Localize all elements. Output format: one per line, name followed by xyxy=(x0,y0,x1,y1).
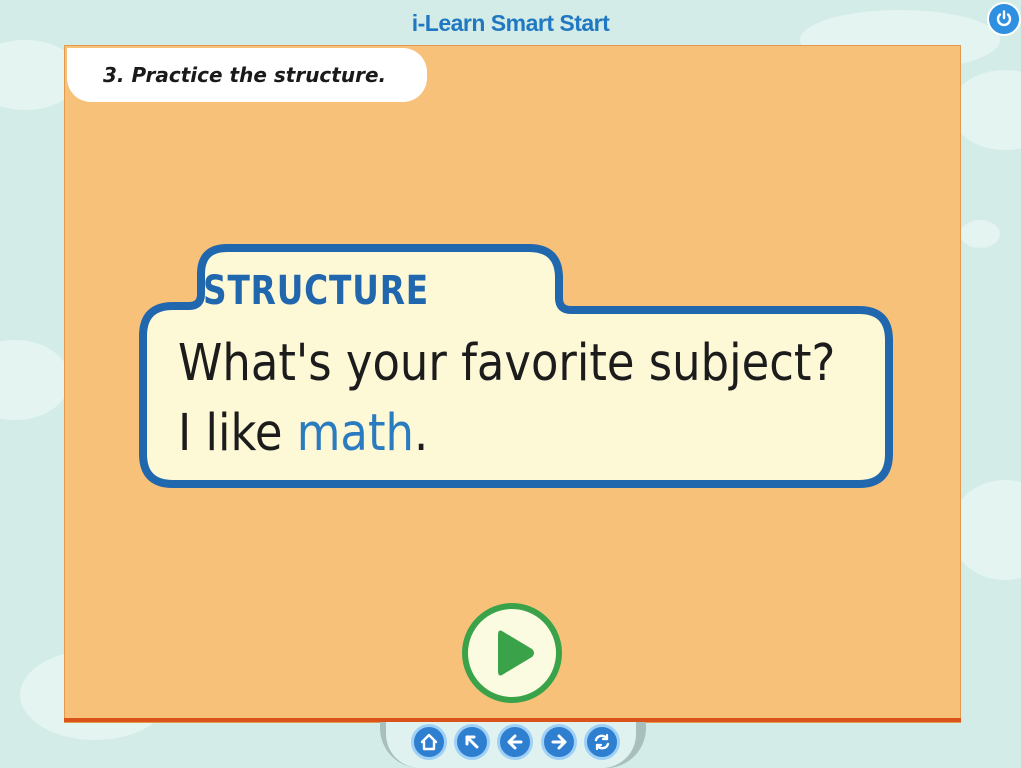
menu-button[interactable] xyxy=(454,724,490,760)
app-title: i-Learn Smart Start xyxy=(411,10,610,36)
answer-keyword: math xyxy=(296,404,414,463)
home-button[interactable] xyxy=(411,724,447,760)
arrow-right-icon xyxy=(551,734,567,750)
next-button[interactable] xyxy=(541,724,577,760)
background-cloud xyxy=(960,220,1000,248)
arrow-left-icon xyxy=(507,734,523,750)
arrow-up-left-icon xyxy=(465,735,479,749)
refresh-icon xyxy=(594,733,610,751)
background-cloud xyxy=(0,340,70,420)
structure-question: What's your favorite subject? xyxy=(178,334,836,393)
structure-answer: I like math. xyxy=(178,404,428,463)
instruction-label: 3. Practice the structure. xyxy=(67,48,427,102)
power-icon xyxy=(996,10,1012,27)
play-audio-button[interactable] xyxy=(462,603,562,703)
answer-prefix: I like xyxy=(178,404,297,463)
instruction-text: 3. Practice the structure. xyxy=(103,63,387,87)
lesson-stage: 3. Practice the structure. STRUCTURE Wha… xyxy=(64,45,961,723)
answer-suffix: . xyxy=(413,404,429,463)
home-icon xyxy=(420,733,438,751)
structure-heading: STRUCTURE xyxy=(203,268,430,314)
refresh-button[interactable] xyxy=(584,724,620,760)
previous-button[interactable] xyxy=(497,724,533,760)
power-button[interactable] xyxy=(987,2,1021,36)
play-icon xyxy=(498,630,534,676)
